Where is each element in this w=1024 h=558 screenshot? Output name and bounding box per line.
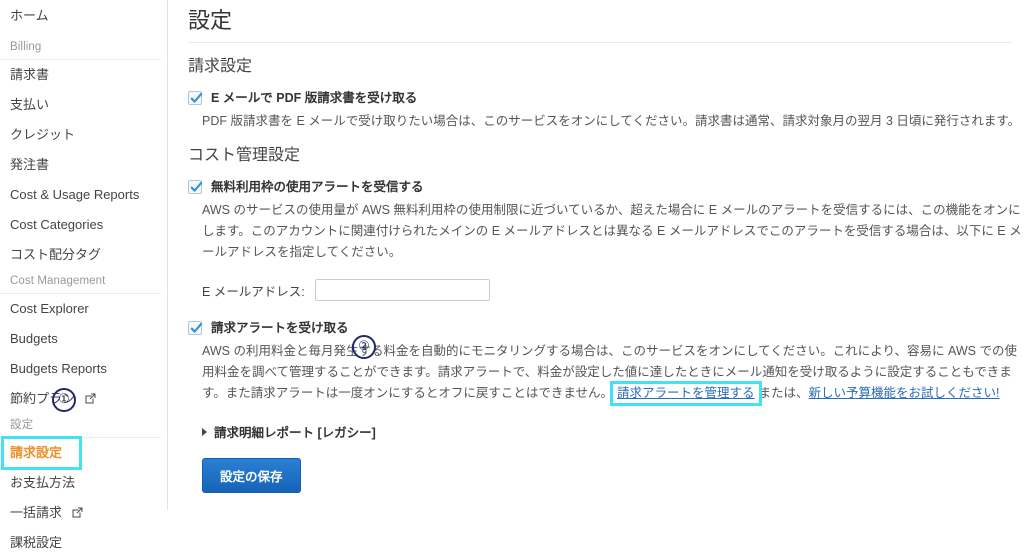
sidebar-item-cost-usage-reports[interactable]: Cost & Usage Reports bbox=[0, 180, 167, 210]
sidebar-item-billing-preferences[interactable]: 請求設定 bbox=[1, 436, 82, 470]
try-budgets-link[interactable]: 新しい予算機能をお試しください! bbox=[809, 386, 1000, 400]
sidebar-navigation: ホーム Billing 請求書 支払い クレジット 発注書 Cost & Usa… bbox=[0, 0, 168, 550]
sidebar-item-label: 一括請求 bbox=[10, 505, 63, 520]
billing-alert-between-text: または、 bbox=[758, 386, 809, 400]
section-title-cost-management: コスト管理設定 bbox=[188, 147, 301, 164]
legacy-report-disclosure[interactable]: 請求明細レポート [レガシー] bbox=[202, 424, 1024, 442]
sidebar-item-consolidated-billing[interactable]: 一括請求 bbox=[0, 498, 167, 528]
billing-alert-checkbox-row[interactable]: 請求アラートを受け取る bbox=[188, 319, 1024, 337]
sidebar-section-heading-billing: Billing bbox=[0, 36, 161, 60]
page-title: 設定 bbox=[188, 8, 1012, 43]
free-tier-alert-checkbox-label: 無料利用枠の使用アラートを受信する bbox=[211, 180, 424, 194]
free-tier-alert-checkbox[interactable] bbox=[188, 180, 203, 194]
manage-billing-alerts-highlight: 請求アラートを管理する bbox=[610, 381, 762, 406]
external-link-icon bbox=[85, 393, 96, 404]
sidebar-item-tax-settings[interactable]: 課税設定 bbox=[0, 528, 167, 558]
free-tier-alert-description: AWS のサービスの使用量が AWS 無料利用枠の使用制限に近づいているか、超え… bbox=[202, 203, 1022, 259]
main-content: 設定 請求設定 E メールで PDF 版請求書を受け取る PDF 版請求書を E… bbox=[168, 0, 1024, 510]
sidebar-item-purchase-orders[interactable]: 発注書 bbox=[0, 150, 167, 180]
sidebar-section-heading-cost-management: Cost Management bbox=[0, 270, 161, 294]
pdf-invoice-checkbox-label: E メールで PDF 版請求書を受け取る bbox=[211, 91, 418, 105]
email-address-input[interactable] bbox=[314, 279, 490, 301]
sidebar-item-payments[interactable]: 支払い bbox=[0, 90, 167, 120]
billing-alert-checkbox[interactable] bbox=[188, 321, 203, 335]
sidebar-item-cost-explorer[interactable]: Cost Explorer bbox=[0, 294, 167, 324]
email-address-row: E メールアドレス: bbox=[202, 279, 1024, 301]
billing-alert-checkbox-label: 請求アラートを受け取る bbox=[211, 321, 349, 335]
sidebar-item-payment-methods[interactable]: お支払方法 bbox=[0, 468, 167, 498]
billing-alert-description: AWS の利用料金と毎月発生する料金を自動的にモニタリングする場合は、このサービ… bbox=[202, 341, 1024, 406]
pdf-invoice-description: PDF 版請求書を E メールで受け取りたい場合は、このサービスをオンにしてくだ… bbox=[202, 114, 1021, 128]
sidebar-item-budgets[interactable]: Budgets bbox=[0, 324, 167, 354]
sidebar-section-heading-settings: 設定 bbox=[0, 414, 161, 438]
pdf-invoice-checkbox[interactable] bbox=[188, 91, 203, 105]
sidebar-item-billing-preferences-wrapper: 請求設定 bbox=[0, 436, 167, 470]
billing-settings-page: ホーム Billing 請求書 支払い クレジット 発注書 Cost & Usa… bbox=[0, 0, 1024, 550]
free-tier-alert-checkbox-row[interactable]: 無料利用枠の使用アラートを受信する bbox=[188, 178, 1024, 196]
save-preferences-button[interactable]: 設定の保存 bbox=[202, 458, 301, 493]
email-address-label: E メールアドレス: bbox=[202, 284, 305, 299]
sidebar-item-savings-plans[interactable]: 節約プラン bbox=[0, 384, 167, 414]
step-marker-1: ① bbox=[52, 388, 76, 412]
section-title-billing-preferences: 請求設定 bbox=[188, 58, 253, 75]
sidebar-item-credits[interactable]: クレジット bbox=[0, 120, 167, 150]
step-marker-2: ② bbox=[352, 335, 376, 359]
legacy-report-label: 請求明細レポート [レガシー] bbox=[214, 426, 376, 440]
sidebar-item-home[interactable]: ホーム bbox=[0, 2, 167, 34]
external-link-icon bbox=[72, 507, 83, 518]
manage-billing-alerts-link[interactable]: 請求アラートを管理する bbox=[617, 386, 755, 400]
sidebar-item-cost-categories[interactable]: Cost Categories bbox=[0, 210, 167, 240]
chevron-right-icon bbox=[202, 428, 207, 436]
sidebar-item-invoices[interactable]: 請求書 bbox=[0, 60, 167, 90]
sidebar-item-cost-allocation-tags[interactable]: コスト配分タグ bbox=[0, 240, 167, 270]
sidebar-item-budgets-reports[interactable]: Budgets Reports bbox=[0, 354, 167, 384]
pdf-invoice-checkbox-row[interactable]: E メールで PDF 版請求書を受け取る bbox=[188, 89, 1024, 107]
